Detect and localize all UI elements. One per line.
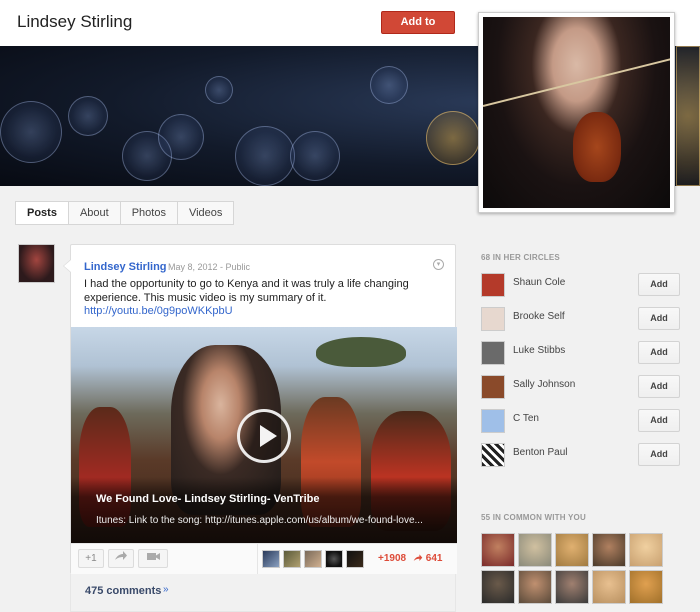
plus-one-button[interactable]: +1 [78,549,104,568]
actions-divider [257,544,258,574]
circle-person-name[interactable]: Sally Johnson [513,379,575,390]
hangout-button[interactable] [138,549,168,568]
plus-one-avatars [262,550,364,568]
plus-one-avatar[interactable] [262,550,280,568]
profile-photo[interactable] [478,12,675,213]
post-author-avatar[interactable] [18,244,55,283]
video-camera-icon [146,553,160,560]
share-count-value: 641 [425,553,443,564]
chevron-down-icon[interactable]: ▾ [433,259,444,270]
circle-person-name[interactable]: Brooke Self [513,311,565,322]
plus-one-avatar[interactable] [325,550,343,568]
avatar[interactable] [481,375,505,399]
cover-bokeh [205,76,233,104]
circle-person: Benton Paul Add [481,443,681,473]
add-button[interactable]: Add [638,409,680,432]
cover-bokeh [676,46,700,186]
add-button[interactable]: Add [638,307,680,330]
violin [573,112,621,182]
video-embed[interactable]: We Found Love- Lindsey Stirling- VenTrib… [71,327,457,543]
post-meta: May 8, 2012 - Public [168,262,250,272]
share-icon [413,554,423,561]
add-to-circles-button[interactable]: Add to circles [381,11,455,49]
common-person-avatar[interactable] [518,533,552,567]
circle-person-name[interactable]: Benton Paul [513,447,568,458]
circle-person: Luke Stibbs Add [481,341,681,371]
avatar[interactable] [481,443,505,467]
common-person-avatar[interactable] [555,570,589,604]
circle-person-name[interactable]: Luke Stibbs [513,345,565,356]
acacia-tree [316,337,406,367]
play-icon[interactable] [237,409,291,463]
avatar[interactable] [481,273,505,297]
comments-count[interactable]: 475 comments [85,585,161,597]
plus-one-avatar[interactable] [304,550,322,568]
cover-bokeh [68,96,108,136]
tab-about[interactable]: About [67,201,121,225]
avatar[interactable] [481,341,505,365]
profile-page: Lindsey Stirling Add to circles Posts Ab… [0,0,700,612]
post-date[interactable]: May 8, 2012 [168,262,218,272]
common-person-avatar[interactable] [629,533,663,567]
share-count[interactable]: 641 [413,553,442,564]
add-button[interactable]: Add [638,273,680,296]
circle-person: Brooke Self Add [481,307,681,337]
common-person-avatar[interactable] [629,570,663,604]
chevron-down-icon[interactable]: » [163,584,169,595]
post-card: Lindsey Stirling May 8, 2012 - Public ▾ … [63,244,457,574]
common-person-avatar[interactable] [592,533,626,567]
add-button[interactable]: Add [638,375,680,398]
add-button[interactable]: Add [638,443,680,466]
profile-photo-image [483,17,670,208]
common-person-avatar[interactable] [518,570,552,604]
post-link[interactable]: http://youtu.be/0g9poWKKpbU [84,305,233,317]
plus-one-avatar[interactable] [283,550,301,568]
circle-person: C Ten Add [481,409,681,439]
cover-bokeh [370,66,408,104]
common-people-grid [481,533,665,604]
cover-bokeh [290,131,340,181]
common-person-avatar[interactable] [481,570,515,604]
common-person-avatar[interactable] [481,533,515,567]
video-caption: We Found Love- Lindsey Stirling- VenTrib… [71,477,457,543]
profile-tabs: Posts About Photos Videos [15,201,235,225]
circle-person: Sally Johnson Add [481,375,681,405]
tab-photos[interactable]: Photos [119,201,178,225]
comments-bar[interactable]: 475 comments » [70,574,456,612]
share-icon [115,551,127,560]
violin-bow [483,57,670,107]
common-person-avatar[interactable] [592,570,626,604]
cover-bokeh [235,126,295,186]
common-person-avatar[interactable] [555,533,589,567]
circles-heading: 68 IN HER CIRCLES [481,253,560,262]
tab-posts[interactable]: Posts [15,201,69,225]
avatar[interactable] [481,409,505,433]
video-description: Itunes: Link to the song: http://itunes.… [96,515,423,526]
profile-name: Lindsey Stirling [17,12,133,31]
circle-person-name[interactable]: C Ten [513,413,539,424]
cover-bokeh [158,114,204,160]
cover-bokeh [426,111,480,165]
tab-videos[interactable]: Videos [176,201,235,225]
plus-one-avatar[interactable] [346,550,364,568]
cover-bokeh [0,101,62,163]
video-title[interactable]: We Found Love- Lindsey Stirling- VenTrib… [96,493,320,505]
plus-one-count[interactable]: +1908 [378,553,406,564]
circle-person: Shaun Cole Add [481,273,681,303]
post-author[interactable]: Lindsey Stirling [84,261,167,273]
share-button[interactable] [108,549,134,568]
post-visibility: Public [225,262,251,272]
common-heading: 55 IN COMMON WITH YOU [481,513,586,522]
avatar[interactable] [481,307,505,331]
post-actions: +1 +1908 641 [71,543,457,574]
post-text: I had the opportunity to go to Kenya and… [84,278,409,304]
circle-person-name[interactable]: Shaun Cole [513,277,565,288]
add-button[interactable]: Add [638,341,680,364]
